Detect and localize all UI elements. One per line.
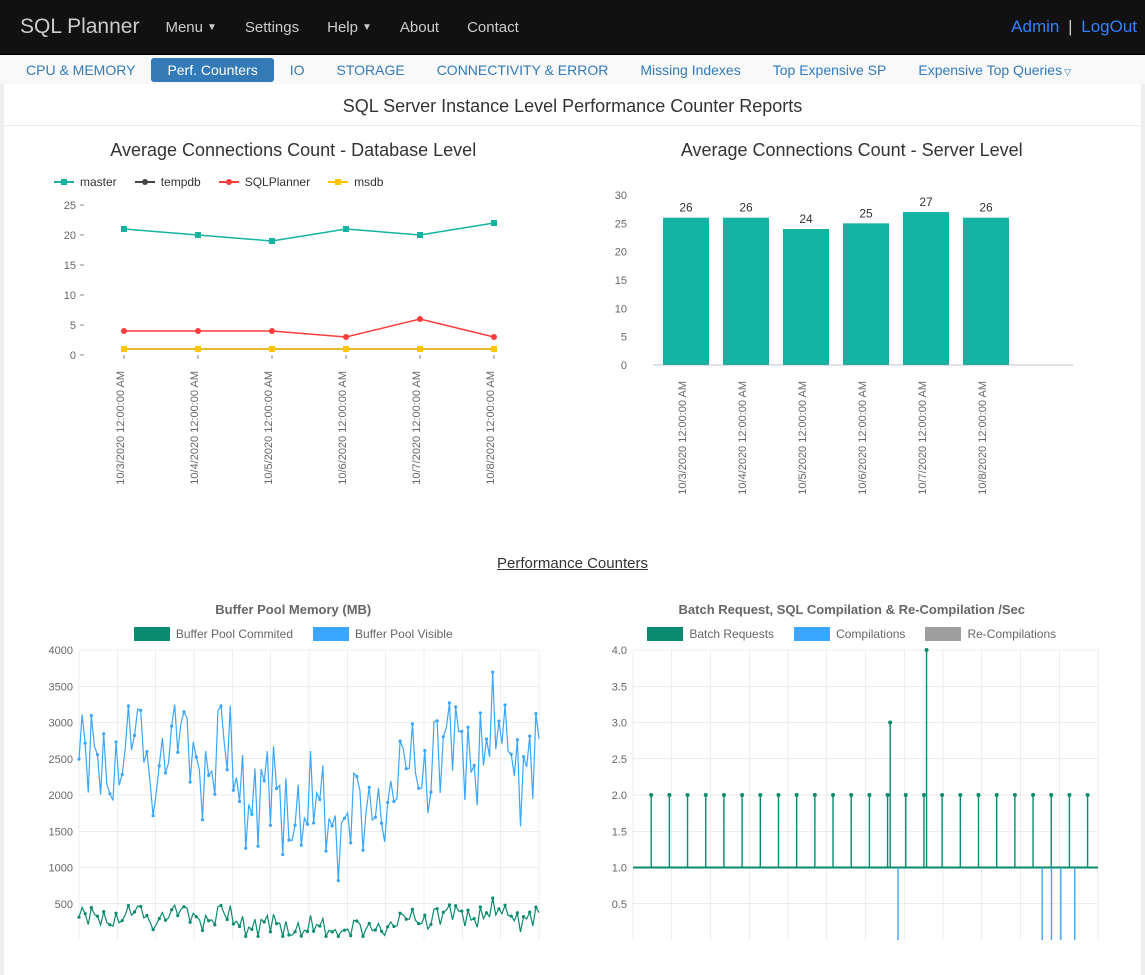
svg-text:10/4/2020 12:00:00 AM: 10/4/2020 12:00:00 AM [189, 371, 201, 485]
tab-io[interactable]: IO [274, 58, 321, 82]
chart-title: Average Connections Count - Database Lev… [24, 140, 563, 161]
svg-text:10/7/2020 12:00:00 AM: 10/7/2020 12:00:00 AM [411, 371, 423, 485]
svg-text:25: 25 [64, 200, 76, 212]
legend-item-sqlplanner[interactable]: SQLPlanner [219, 175, 310, 189]
chevron-down-icon: ▼ [207, 22, 217, 33]
svg-text:10/4/2020 12:00:00 AM: 10/4/2020 12:00:00 AM [737, 381, 749, 495]
legend-item-msdb[interactable]: msdb [328, 175, 383, 189]
svg-text:10/6/2020 12:00:00 AM: 10/6/2020 12:00:00 AM [857, 381, 869, 495]
menu-dropdown[interactable]: Menu▼ [151, 19, 230, 36]
tab-storage[interactable]: STORAGE [320, 58, 420, 82]
tab-cpu-memory[interactable]: CPU & MEMORY [10, 58, 151, 82]
chevron-down-icon: ▽ [1064, 67, 1071, 77]
brand-title[interactable]: SQL Planner [8, 15, 151, 39]
chart-title: Buffer Pool Memory (MB) [24, 602, 563, 617]
chart-canvas: 0 5 10 15 20 25 30 26 10/3/2020 12:00:00 AM 26 10/… [583, 175, 1083, 495]
svg-text:26: 26 [679, 201, 693, 215]
svg-text:5: 5 [620, 332, 626, 344]
legend-item-compilations[interactable]: Compilations [794, 627, 905, 641]
contact-link[interactable]: Contact [453, 19, 533, 36]
chart-legend: Buffer Pool Commited Buffer Pool Visible [24, 627, 563, 641]
svg-text:5: 5 [70, 320, 76, 332]
top-navbar: SQL Planner Menu▼ Settings Help▼ About C… [0, 0, 1145, 54]
legend-item-commited[interactable]: Buffer Pool Commited [134, 627, 293, 641]
tab-top-expensive-sp[interactable]: Top Expensive SP [757, 58, 903, 82]
tab-missing-indexes[interactable]: Missing Indexes [624, 58, 756, 82]
svg-text:2.0: 2.0 [611, 790, 626, 802]
svg-text:500: 500 [55, 899, 73, 911]
svg-text:2.5: 2.5 [611, 754, 626, 766]
chart-legend: Batch Requests Compilations Re-Compilati… [583, 627, 1122, 641]
svg-text:10: 10 [614, 303, 626, 315]
section-heading: Performance Counters [4, 555, 1141, 572]
chart-server-connections: Average Connections Count - Server Level… [583, 130, 1122, 495]
svg-text:10/5/2020 12:00:00 AM: 10/5/2020 12:00:00 AM [263, 371, 275, 485]
svg-text:1.5: 1.5 [611, 826, 626, 838]
tab-expensive-top-queries[interactable]: Expensive Top Queries▽ [902, 58, 1087, 82]
help-dropdown[interactable]: Help▼ [313, 19, 386, 36]
svg-text:1000: 1000 [49, 863, 73, 875]
svg-text:2500: 2500 [49, 754, 73, 766]
svg-text:10: 10 [64, 290, 76, 302]
svg-text:3.5: 3.5 [611, 681, 626, 693]
page-title: SQL Server Instance Level Performance Co… [4, 84, 1141, 125]
svg-text:0: 0 [70, 350, 76, 362]
svg-text:26: 26 [979, 201, 993, 215]
svg-text:10/7/2020 12:00:00 AM: 10/7/2020 12:00:00 AM [917, 381, 929, 495]
svg-text:10/3/2020 12:00:00 AM: 10/3/2020 12:00:00 AM [677, 381, 689, 495]
admin-link[interactable]: Admin [1011, 17, 1059, 36]
svg-text:3500: 3500 [49, 681, 73, 693]
svg-text:15: 15 [64, 260, 76, 272]
chart-title: Batch Request, SQL Compilation & Re-Comp… [583, 602, 1122, 617]
chart-buffer-pool: Buffer Pool Memory (MB) Buffer Pool Comm… [24, 602, 563, 945]
svg-text:15: 15 [614, 275, 626, 287]
chart-batch-request: Batch Request, SQL Compilation & Re-Comp… [583, 602, 1122, 945]
svg-text:0: 0 [620, 360, 626, 372]
legend-item-recompilations[interactable]: Re-Compilations [925, 627, 1056, 641]
svg-text:10/8/2020 12:00:00 AM: 10/8/2020 12:00:00 AM [485, 371, 497, 485]
legend-item-tempdb[interactable]: tempdb [135, 175, 201, 189]
svg-text:27: 27 [919, 195, 933, 209]
legend-item-batch[interactable]: Batch Requests [647, 627, 774, 641]
svg-text:1500: 1500 [49, 826, 73, 838]
legend-item-master[interactable]: master [54, 175, 117, 189]
report-tabs: CPU & MEMORY Perf. Counters IO STORAGE C… [0, 54, 1145, 84]
svg-text:4000: 4000 [49, 645, 73, 657]
svg-text:30: 30 [614, 190, 626, 202]
user-area: Admin | LogOut [1011, 17, 1137, 37]
about-link[interactable]: About [386, 19, 453, 36]
svg-text:0.5: 0.5 [611, 899, 626, 911]
svg-text:4.0: 4.0 [611, 645, 626, 657]
logout-link[interactable]: LogOut [1081, 17, 1137, 36]
chart-canvas: 0 5 10 15 20 25 10/3/2020 12:00:00 AM 10/4/2020… [24, 195, 524, 485]
chart-canvas: 0.5 1.0 1.5 2.0 2.5 3.0 3.5 4.0 [583, 645, 1103, 945]
tab-perf-counters[interactable]: Perf. Counters [151, 58, 273, 82]
svg-text:2000: 2000 [49, 790, 73, 802]
svg-text:10/8/2020 12:00:00 AM: 10/8/2020 12:00:00 AM [977, 381, 989, 495]
tab-connectivity-error[interactable]: CONNECTIVITY & ERROR [421, 58, 625, 82]
settings-link[interactable]: Settings [231, 19, 313, 36]
chart-db-connections: Average Connections Count - Database Lev… [24, 130, 563, 495]
svg-text:10/3/2020 12:00:00 AM: 10/3/2020 12:00:00 AM [115, 371, 127, 485]
chart-title: Average Connections Count - Server Level [583, 140, 1122, 161]
chart-legend: master tempdb SQLPlanner msdb [24, 175, 563, 189]
svg-text:10/5/2020 12:00:00 AM: 10/5/2020 12:00:00 AM [797, 381, 809, 495]
svg-text:20: 20 [64, 230, 76, 242]
svg-text:24: 24 [799, 212, 813, 226]
legend-item-visible[interactable]: Buffer Pool Visible [313, 627, 453, 641]
chart-canvas: 500 1000 1500 2000 2500 3000 3500 4000 [24, 645, 544, 945]
svg-text:3.0: 3.0 [611, 718, 626, 730]
svg-text:1.0: 1.0 [611, 863, 626, 875]
svg-text:10/6/2020 12:00:00 AM: 10/6/2020 12:00:00 AM [337, 371, 349, 485]
svg-text:26: 26 [739, 201, 753, 215]
svg-text:25: 25 [859, 206, 873, 220]
svg-text:25: 25 [614, 218, 626, 230]
page-body: SQL Server Instance Level Performance Co… [0, 84, 1145, 975]
svg-text:3000: 3000 [49, 718, 73, 730]
svg-text:20: 20 [614, 247, 626, 259]
chevron-down-icon: ▼ [362, 22, 372, 33]
